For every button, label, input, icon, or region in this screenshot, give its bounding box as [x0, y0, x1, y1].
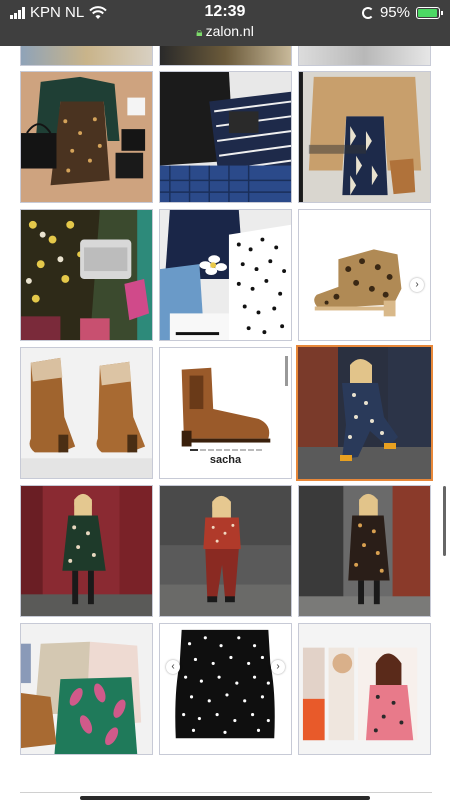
- outfit-flatlay-image: [299, 72, 430, 202]
- outfit-flatlay-image: [21, 72, 152, 202]
- carousel-next-button[interactable]: ›: [271, 660, 285, 674]
- tile-scrollbar[interactable]: [285, 356, 288, 386]
- photo-tile-camel-coat-outfit[interactable]: [298, 71, 431, 203]
- photo-tile-striped-shirt-outfit[interactable]: [159, 71, 292, 203]
- photo-tile-green-dress-red-door[interactable]: [20, 485, 153, 617]
- photo-tile-pink-print-dress[interactable]: [298, 623, 431, 755]
- photo-tile-sweater-dots-flatlay[interactable]: [159, 209, 292, 341]
- photo-tile-floral-dress-flatlay[interactable]: [20, 209, 153, 341]
- lifestyle-photo: [298, 347, 431, 479]
- product-image: [299, 210, 430, 340]
- status-bar: KPN NL 12:39 🔒︎ zalon.nl 95%: [0, 0, 450, 46]
- lifestyle-photo: [299, 624, 430, 754]
- photo-tile-polka-dot-skirt[interactable]: ‹ ›: [159, 623, 292, 755]
- home-indicator[interactable]: [80, 796, 370, 800]
- battery-icon: [416, 6, 443, 19]
- divider: [20, 792, 432, 793]
- address-bar[interactable]: 🔒︎ zalon.nl: [0, 23, 450, 40]
- outfit-flatlay-image: [160, 72, 291, 202]
- page-scrollbar[interactable]: [443, 486, 446, 556]
- photo-tile-cognac-boots[interactable]: [20, 347, 153, 479]
- outfit-flatlay-image: [21, 210, 152, 340]
- lifestyle-photo: [21, 486, 152, 616]
- photo-tile-leopard-ankle-boot[interactable]: ›: [298, 209, 431, 341]
- url-text[interactable]: zalon.nl: [206, 23, 254, 39]
- outfit-flatlay-image: [21, 624, 152, 754]
- carousel-prev-button[interactable]: ‹: [166, 660, 180, 674]
- photo-tile-patterned-jumpsuit-selected[interactable]: [296, 345, 433, 481]
- photo-tile[interactable]: [298, 46, 431, 66]
- photo-tile[interactable]: [20, 46, 153, 66]
- battery-fill: [418, 8, 437, 17]
- product-image: [160, 624, 291, 754]
- photo-tile-green-cardigan-outfit[interactable]: [20, 71, 153, 203]
- partial-row-top: [20, 46, 432, 66]
- photo-tile[interactable]: [159, 46, 292, 66]
- photo-tile-printed-dress-street[interactable]: [298, 485, 431, 617]
- photo-tile-red-blouse-bench[interactable]: [159, 485, 292, 617]
- carousel-indicators: [160, 449, 291, 451]
- carousel-next-button[interactable]: ›: [410, 278, 424, 292]
- photo-tile-leaf-print-flatlay[interactable]: [20, 623, 153, 755]
- product-image: [21, 348, 152, 478]
- lifestyle-photo: [160, 486, 291, 616]
- lifestyle-photo: [299, 486, 430, 616]
- outfit-flatlay-image: [160, 210, 291, 340]
- photo-tile-sacha-boot[interactable]: sacha: [159, 347, 292, 479]
- lock-icon: 🔒︎: [196, 25, 203, 39]
- status-icons: 95%: [361, 4, 443, 21]
- battery-percent: 95%: [379, 4, 410, 21]
- product-caption: sacha: [209, 454, 242, 466]
- rotation-lock-icon: [361, 6, 374, 19]
